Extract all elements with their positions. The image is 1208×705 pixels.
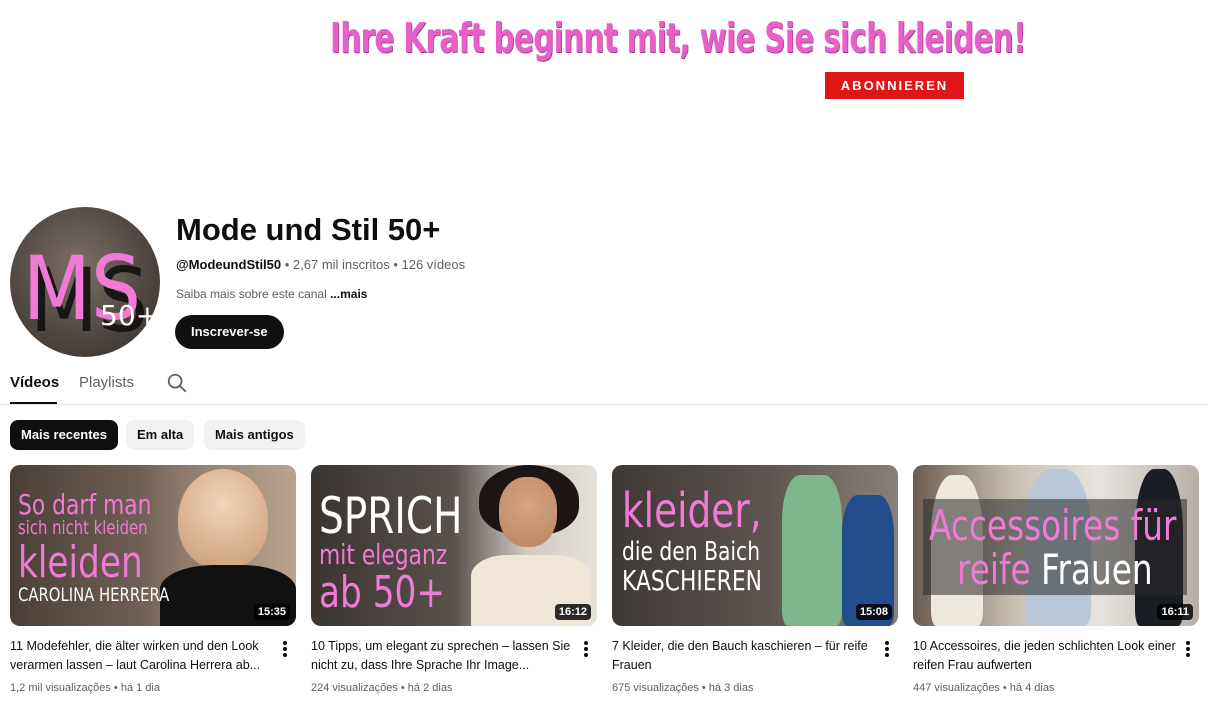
tab-playlists[interactable]: Playlists [79,374,134,391]
channel-tabs: Vídeos Playlists [0,362,1208,405]
channel-name: Mode und Stil 50+ [176,212,441,247]
thumbnail-line-3: Frauen [1041,545,1153,594]
banner-subscribe-badge: ABONNIEREN [825,72,964,99]
video-meta: 224 visualizações • há 2 dias [311,682,453,694]
more-options-icon[interactable] [282,641,288,657]
more-options-icon[interactable] [1185,641,1191,657]
thumbnail-line-2: mit eleganz [319,538,448,571]
chip-oldest[interactable]: Mais antigos [204,420,305,450]
thumbnail-line-2: sich nicht kleiden [18,517,148,539]
avatar-logo-icon: MS MS 50+ [23,237,159,352]
active-tab-indicator [10,402,57,404]
thumbnail-line-1: So darf man [18,488,152,521]
channel-about-link[interactable]: Saiba mais sobre este canal ...mais [176,287,367,301]
thumbnail-line-3: KASCHIEREN [622,564,762,597]
video-title[interactable]: 11 Modefehler, die älter wirken und den … [10,637,276,675]
video-meta: 675 visualizações • há 3 dias [612,682,754,694]
video-card[interactable]: So darf man sich nicht kleiden kleiden C… [10,465,296,694]
avatar-logo-age: 50+ [100,299,159,332]
channel-meta: @ModeundStil50 • 2,67 mil inscritos • 12… [176,257,465,272]
video-title[interactable]: 7 Kleider, die den Bauch kaschieren – fü… [612,637,878,675]
video-thumbnail[interactable]: SPRICH mit eleganz ab 50+ 16:12 [311,465,597,626]
thumbnail-person [499,477,557,547]
thumbnail-line-1: SPRICH [319,487,463,545]
channel-avatar[interactable]: MS MS 50+ [10,207,160,357]
video-thumbnail[interactable]: Accessoires für reife Frauen 16:11 [913,465,1199,626]
thumbnail-line-3: ab 50+ [319,567,446,618]
video-duration: 15:35 [253,604,290,620]
thumbnail-line-1: Accessoires für [929,501,1177,550]
tab-videos[interactable]: Vídeos [10,374,59,391]
thumbnail-green-dress [782,475,842,626]
video-title[interactable]: 10 Tipps, um elegant zu sprechen – lasse… [311,637,577,675]
subscribe-button[interactable]: Inscrever-se [175,315,284,349]
thumbnail-line-3: kleiden [18,537,143,588]
video-thumbnail[interactable]: kleider, die den Baich KASCHIEREN 15:08 [612,465,898,626]
thumbnail-person [178,469,268,569]
search-icon[interactable] [166,372,188,394]
video-duration: 15:08 [855,604,892,620]
video-title[interactable]: 10 Accessoires, die jeden schlichten Loo… [913,637,1179,675]
thumbnail-line-2: die den Baich [622,537,761,567]
channel-handle: @ModeundStil50 [176,257,282,272]
video-meta: 447 visualizações • há 4 dias [913,682,1055,694]
video-duration: 16:11 [1157,604,1193,620]
video-thumbnail[interactable]: So darf man sich nicht kleiden kleiden C… [10,465,296,626]
video-card[interactable]: Accessoires für reife Frauen 16:11 10 Ac… [913,465,1199,694]
channel-stats: • 2,67 mil inscritos • 126 vídeos [281,257,466,272]
about-text: Saiba mais sobre este canal [176,287,331,301]
chip-trending[interactable]: Em alta [126,420,195,450]
channel-banner: Ihre Kraft beginnt mit, wie Sie sich kle… [0,0,1208,170]
thumbnail-line-2: reife [957,545,1031,594]
video-meta: 1,2 mil visualizações • há 1 dia [10,682,160,694]
thumbnail-line-1: kleider, [622,483,762,539]
thumbnail-line-4: CAROLINA HERRERA [18,584,170,606]
video-card[interactable]: kleider, die den Baich KASCHIEREN 15:08 … [612,465,898,694]
chip-most-recent[interactable]: Mais recentes [10,420,118,450]
video-duration: 16:12 [554,604,591,620]
more-options-icon[interactable] [884,641,890,657]
about-more[interactable]: ...mais [330,287,367,301]
video-card[interactable]: SPRICH mit eleganz ab 50+ 16:12 10 Tipps… [311,465,597,694]
more-options-icon[interactable] [583,641,589,657]
banner-slogan: Ihre Kraft beginnt mit, wie Sie sich kle… [330,14,1026,62]
